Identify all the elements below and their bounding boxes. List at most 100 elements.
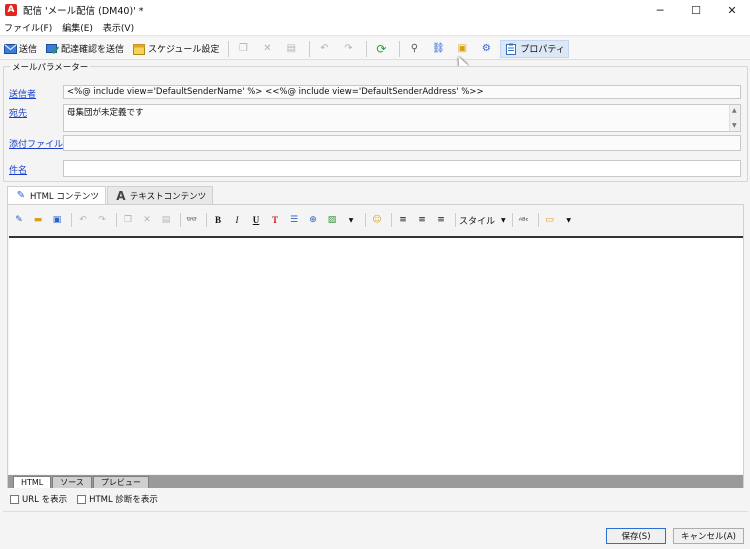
maximize-button[interactable]: ☐ [678,0,714,20]
style-dropdown-label: スタイル [459,216,496,227]
window-title: 配信 'メール配信 (DM40)' * [23,6,144,17]
bold-button[interactable]: B [210,212,226,228]
show-html-diag-label: HTML 診断を表示 [89,495,158,505]
attachment-field[interactable] [63,135,741,151]
editor-separator [511,213,513,227]
copy-icon: ❐ [238,43,248,54]
show-urls-option[interactable]: URL を表示 [10,493,67,505]
tracking-button[interactable]: ⚙ [476,40,498,58]
tab-text-content[interactable]: A テキストコンテンツ [106,186,214,204]
attachment-button[interactable]: ⚲ [404,40,426,58]
menu-view[interactable]: 表示(V) [103,21,134,34]
show-html-diag-checkbox[interactable] [77,494,87,504]
subject-field[interactable] [63,160,741,177]
align-left-icon[interactable]: ≡ [395,212,411,228]
editor-separator [537,213,539,227]
editor-redo-icon[interactable]: ↷ [94,212,110,228]
refresh-button[interactable]: ⟳ [371,40,393,58]
editor-separator [391,213,392,227]
close-button[interactable]: ✕ [714,0,750,20]
tab-text-label: テキストコンテンツ [129,191,207,202]
show-html-diag-option[interactable]: HTML 診断を表示 [77,493,158,505]
toolbar-separator [309,40,311,57]
underline-button[interactable]: U [248,212,264,228]
cut-button[interactable]: ✕ [257,40,279,58]
scroll-down-icon[interactable]: ▼ [732,122,737,129]
align-center-icon[interactable]: ≡ [414,212,430,228]
emoji-icon[interactable]: ☺ [369,212,385,228]
insert-image-icon[interactable]: ▨ [324,212,340,228]
spellcheck-icon[interactable]: ᴬᴮᶜ [516,212,532,228]
cancel-button[interactable]: キャンセル(A) [673,528,744,544]
tab-html-view[interactable]: HTML [13,476,52,488]
sender-field[interactable]: <%@ include view='DefaultSenderName' %> … [63,85,741,99]
content-tabs: ✎ HTML コンテンツ A テキストコンテンツ [7,186,214,204]
properties-label: プロパティ [520,45,565,55]
find-binoculars-icon[interactable]: 👓 [184,212,200,228]
bullet-list-icon[interactable]: ☰ [286,212,302,228]
paste-button[interactable]: ▤ [281,40,303,58]
image-dropdown-arrow-icon[interactable]: ▼ [343,212,359,228]
editor-copy-icon[interactable]: ❐ [120,212,136,228]
email-parameters-legend: メールパラメーター [10,61,91,73]
insert-link-icon[interactable]: ⊕ [305,212,321,228]
recipient-link[interactable]: 宛先 [9,106,27,119]
email-parameters-group: メールパラメーター 送信者 <%@ include view='DefaultS… [3,61,748,182]
align-right-icon[interactable]: ≡ [433,212,449,228]
title-bar: A 配信 'メール配信 (DM40)' * ─ ☐ ✕ [0,0,750,20]
menu-edit[interactable]: 編集(E) [62,21,93,34]
tracking-icon: ⚙ [481,43,491,54]
undo-button[interactable]: ↶ [314,40,336,58]
insert-block-icon[interactable]: ▭ [542,212,558,228]
send-proof-label: 配達確認を送信 [61,45,125,55]
toolbar-separator [366,40,368,57]
paperclip-icon: ⚲ [410,43,419,54]
new-content-icon[interactable]: ✎ [11,212,27,228]
editor-undo-icon[interactable]: ↶ [75,212,91,228]
subject-link[interactable]: 件名 [9,163,27,176]
paste-icon: ▤ [286,43,297,54]
sender-link[interactable]: 送信者 [9,87,36,100]
recipient-scrollbar[interactable]: ▲ ▼ [729,105,740,131]
editor-content-area[interactable] [9,236,743,474]
link-button[interactable]: ⛓ [428,40,450,58]
send-button[interactable]: 送信 [0,40,40,58]
style-dropdown[interactable]: スタイル ▼ [459,212,506,228]
envelope-icon [3,42,17,56]
recipient-field[interactable]: 母集団が未定義です ▲ ▼ [63,104,741,132]
tab-html-content[interactable]: ✎ HTML コンテンツ [7,186,106,204]
show-urls-checkbox[interactable] [10,494,19,504]
html-content-icon: ✎ [16,190,26,201]
save-disk-icon[interactable]: ▣ [49,212,65,228]
save-button[interactable]: 保存(S) [606,528,666,544]
send-proof-button[interactable]: 配達確認を送信 [42,40,127,58]
tab-source-view[interactable]: ソース [52,476,92,488]
editor-separator [180,213,181,227]
recipient-value: 母集団が未定義です [67,108,144,118]
link-icon: ⛓ [432,43,445,54]
properties-button[interactable]: プロパティ [500,39,569,58]
schedule-button[interactable]: スケジュール設定 [129,40,222,58]
undo-icon: ↶ [320,43,329,54]
attachment-link[interactable]: 添付ファイル [9,137,63,150]
show-urls-label: URL を表示 [22,495,68,505]
editor-toolbar: ✎ ▬ ▣ ↶ ↷ ❐ ✕ ▤ 👓 B I U T ☰ ⊕ ▨ ▼ ☺ ≡ ≡ … [8,209,743,231]
open-folder-icon[interactable]: ▬ [30,212,46,228]
main-toolbar: 送信 配達確認を送信 スケジュール設定 ❐ ✕ ▤ ↶ ↷ ⟳ ⚲ ⛓ ▣ ⚙ … [0,38,750,60]
text-content-icon: A [116,188,126,203]
italic-button[interactable]: I [229,212,245,228]
insert-block-dropdown-arrow-icon[interactable]: ▼ [561,212,577,228]
text-color-icon[interactable]: T [267,212,283,228]
style-dropdown-arrow-icon: ▼ [501,216,506,224]
redo-icon: ↷ [344,43,353,54]
editor-cut-icon[interactable]: ✕ [139,212,155,228]
redo-button[interactable]: ↷ [338,40,360,58]
copy-button[interactable]: ❐ [233,40,255,58]
editor-paste-icon[interactable]: ▤ [158,212,174,228]
tab-preview-view[interactable]: プレビュー [92,476,149,488]
minimize-button[interactable]: ─ [642,0,678,20]
editor-separator [206,213,207,227]
scroll-up-icon[interactable]: ▲ [732,107,737,114]
editor-separator [71,213,72,227]
menu-file[interactable]: ファイル(F) [4,21,52,34]
